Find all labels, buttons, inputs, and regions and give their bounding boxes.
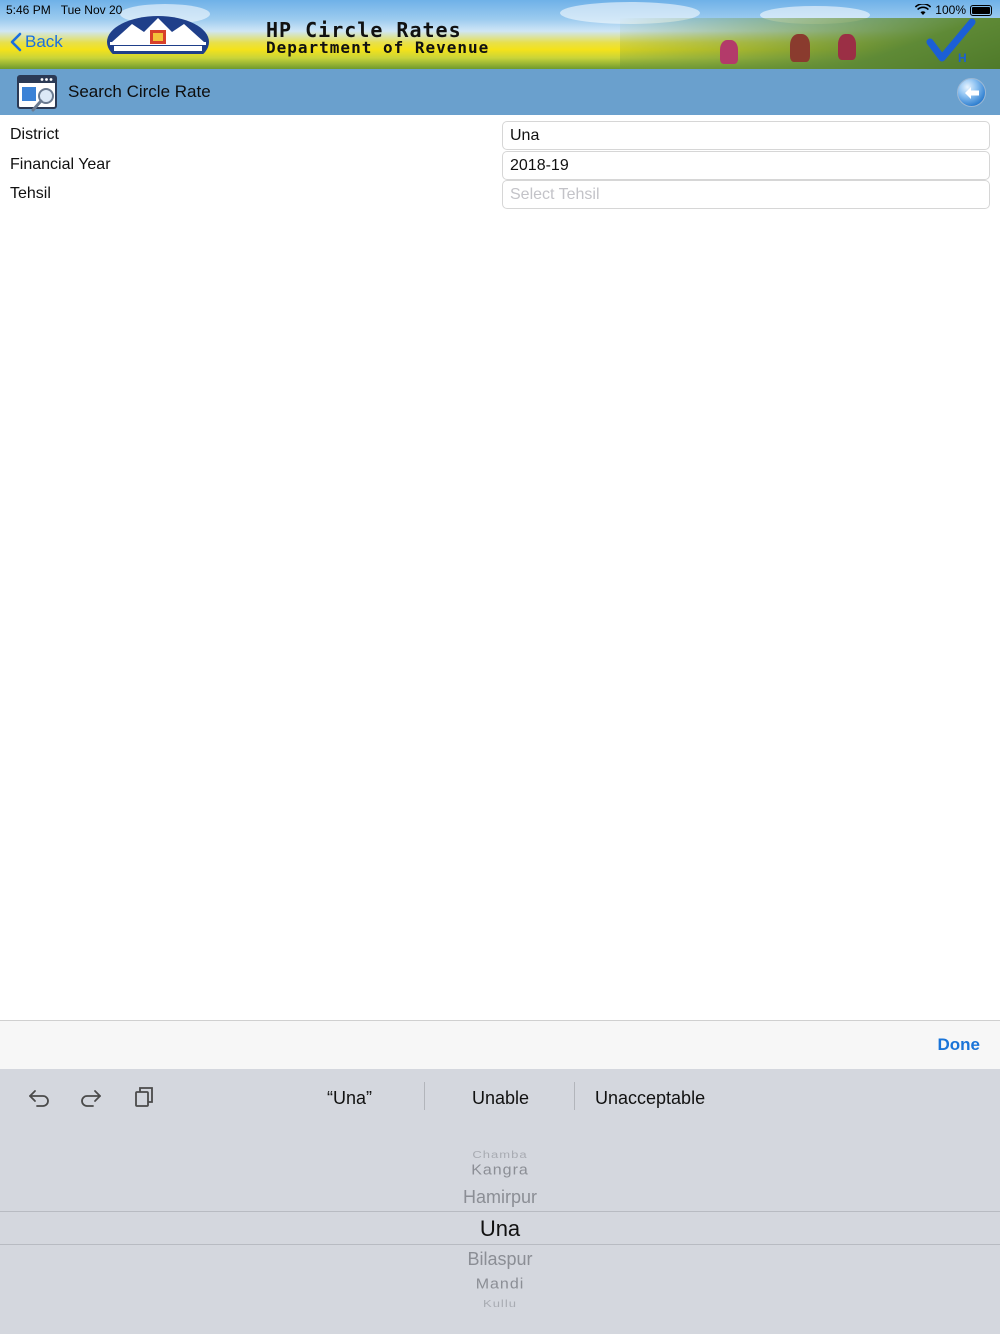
picker-option-selected[interactable]: Una xyxy=(0,1216,1000,1242)
tehsil-field[interactable] xyxy=(502,180,990,209)
done-button[interactable]: Done xyxy=(938,1035,981,1055)
hp-emblem-logo xyxy=(107,16,209,54)
app-title-line1: HP Circle Rates xyxy=(266,18,462,42)
suggestion-divider xyxy=(424,1082,425,1110)
chevron-left-icon xyxy=(10,32,22,52)
suggestion-bar: “Una” Unable Unacceptable xyxy=(0,1069,1000,1129)
suggestion-3[interactable]: Unacceptable xyxy=(595,1088,705,1109)
app-title: HP Circle Rates Department of Revenue xyxy=(266,20,489,56)
suggestion-divider xyxy=(574,1082,575,1110)
district-label: District xyxy=(10,126,59,143)
picker-option[interactable]: Chamba xyxy=(0,1149,1000,1160)
header-banner: 5:46 PM Tue Nov 20 100% Back HP Circle R… xyxy=(0,0,1000,69)
status-indicators: 100% xyxy=(915,3,992,17)
picker-option[interactable]: Mandi xyxy=(0,1277,1000,1293)
financial-year-label: Financial Year xyxy=(10,156,111,173)
picker-option[interactable]: Kullu xyxy=(0,1298,1000,1309)
picker-toolbar: Done xyxy=(0,1020,1000,1069)
wifi-icon xyxy=(915,4,932,15)
undo-icon[interactable] xyxy=(27,1085,51,1109)
district-field[interactable] xyxy=(502,121,990,150)
battery-icon xyxy=(970,4,992,16)
suggestion-2[interactable]: Unable xyxy=(472,1088,529,1109)
app-title-line2: Department of Revenue xyxy=(266,38,490,57)
back-button[interactable]: Back xyxy=(10,32,63,52)
arrow-left-icon xyxy=(964,86,979,99)
input-keyboard: “Una” Unable Unacceptable Chamba Kangra … xyxy=(0,1069,1000,1334)
back-label: Back xyxy=(25,32,63,51)
status-time: 5:46 PM Tue Nov 20 xyxy=(6,3,123,17)
tehsil-label: Tehsil xyxy=(10,185,51,202)
battery-percent: 100% xyxy=(935,3,966,17)
redo-icon[interactable] xyxy=(79,1085,103,1109)
svg-text:H: H xyxy=(958,51,967,65)
home-button[interactable] xyxy=(957,78,986,107)
picker-option[interactable]: Bilaspur xyxy=(0,1249,1000,1270)
district-row: District xyxy=(0,121,1000,150)
checkmark-logo: H xyxy=(926,18,976,65)
suggestion-1[interactable]: “Una” xyxy=(327,1088,372,1109)
search-window-icon xyxy=(17,75,57,112)
title-bar: Search Circle Rate xyxy=(0,69,1000,115)
picker-option[interactable]: Kangra xyxy=(0,1163,1000,1179)
tehsil-row: Tehsil xyxy=(0,180,1000,209)
paste-icon[interactable] xyxy=(132,1085,156,1109)
picker-option[interactable]: Hamirpur xyxy=(0,1187,1000,1208)
financial-year-field[interactable] xyxy=(502,151,990,180)
page-title: Search Circle Rate xyxy=(68,82,211,101)
screen: 5:46 PM Tue Nov 20 100% Back HP Circle R… xyxy=(0,0,1000,1334)
financial-year-row: Financial Year xyxy=(0,151,1000,180)
district-picker[interactable]: Chamba Kangra Hamirpur Una Bilaspur Mand… xyxy=(0,1139,1000,1319)
